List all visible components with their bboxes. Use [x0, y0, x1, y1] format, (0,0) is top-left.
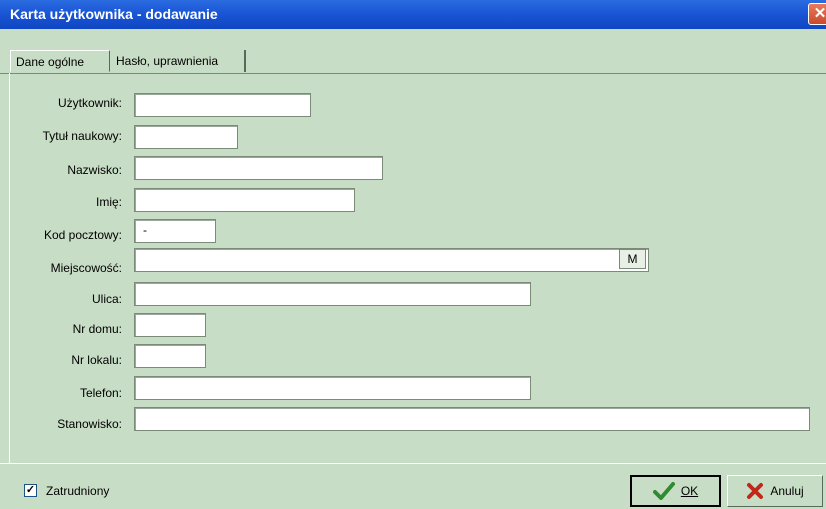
kod-label: Kod pocztowy: — [43, 228, 122, 242]
telefon-label: Telefon: — [79, 386, 122, 400]
window-title: Karta użytkownika - dodawanie — [10, 6, 218, 22]
imie-input[interactable] — [134, 188, 355, 212]
tytul-label: Tytuł naukowy: — [42, 129, 122, 143]
miejscowosc-input[interactable] — [134, 248, 649, 272]
cancel-button[interactable]: Anuluj — [727, 475, 823, 507]
nr-lokalu-input[interactable] — [134, 344, 206, 368]
nr-domu-input[interactable] — [134, 313, 206, 337]
uzytkownik-input[interactable] — [134, 93, 311, 117]
ulica-label: Ulica: — [91, 292, 122, 306]
nazwisko-input[interactable] — [134, 156, 383, 180]
zatrudniony-label[interactable]: Zatrudniony — [46, 484, 109, 498]
check-icon — [652, 482, 675, 500]
ok-button[interactable]: OK — [630, 475, 721, 507]
cancel-label: Anuluj — [770, 484, 804, 498]
tytul-input[interactable] — [134, 125, 238, 149]
tab-dane-ogolne[interactable]: Dane ogólne — [10, 50, 110, 72]
imie-label: Imię: — [95, 195, 122, 209]
nr-lokalu-label: Nr lokalu: — [71, 353, 122, 367]
checkmark-icon: ✓ — [25, 484, 36, 496]
ulica-input[interactable] — [134, 282, 531, 306]
tab-haslo-uprawnienia[interactable]: Hasło, uprawnienia — [111, 50, 246, 72]
miejscowosc-label: Miejscowość: — [50, 261, 122, 275]
nr-domu-label: Nr domu: — [72, 322, 122, 336]
zatrudniony-checkbox[interactable]: ✓ — [24, 484, 37, 497]
miejscowosc-lookup-button[interactable]: M — [619, 249, 646, 269]
telefon-input[interactable] — [134, 376, 531, 400]
stanowisko-input[interactable] — [134, 407, 810, 431]
uzytkownik-label: Użytkownik: — [57, 96, 122, 110]
stanowisko-label: Stanowisko: — [57, 417, 122, 431]
title-bar: Karta użytkownika - dodawanie ✕ — [0, 0, 826, 29]
kod-input[interactable]: - — [134, 219, 216, 243]
ok-label: OK — [680, 484, 699, 498]
nazwisko-label: Nazwisko: — [67, 163, 122, 177]
close-button[interactable]: ✕ — [808, 3, 826, 25]
x-icon — [747, 483, 764, 499]
close-icon: ✕ — [813, 5, 826, 22]
